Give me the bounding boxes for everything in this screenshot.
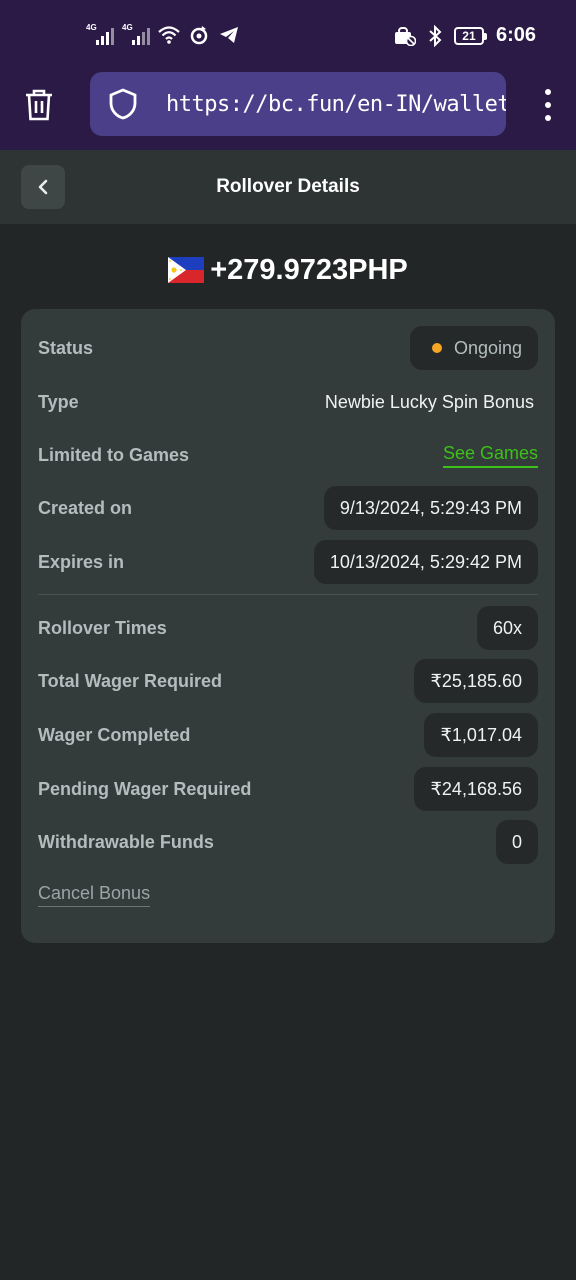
signal-icon: 4G bbox=[86, 23, 114, 45]
type-value: Newbie Lucky Spin Bonus bbox=[324, 391, 534, 412]
bonus-amount: +279.9723PHP bbox=[0, 248, 576, 292]
rollover-times-row: Rollover Times 60x bbox=[38, 606, 538, 650]
created-value: 9/13/2024, 5:29:43 PM bbox=[323, 486, 538, 530]
created-row: Created on 9/13/2024, 5:29:43 PM bbox=[38, 486, 538, 530]
page-header: Rollover Details bbox=[0, 150, 576, 224]
total-wager-value: ₹25,185.60 bbox=[414, 659, 538, 703]
back-button[interactable] bbox=[21, 165, 65, 209]
address-bar[interactable]: https://bc.fun/en-IN/wallet/r bbox=[90, 72, 506, 136]
see-games-link[interactable]: See Games bbox=[442, 443, 538, 468]
expires-value: 10/13/2024, 5:29:42 PM bbox=[313, 540, 538, 584]
signal-icon: 4G bbox=[122, 23, 150, 45]
page-title: Rollover Details bbox=[216, 176, 360, 197]
divider bbox=[38, 594, 538, 595]
clock: 6:06 bbox=[495, 24, 536, 46]
more-options-icon[interactable] bbox=[534, 86, 562, 124]
chevron-left-icon bbox=[38, 179, 48, 195]
wager-completed-row: Wager Completed ₹1,017.04 bbox=[38, 713, 538, 757]
status-left: 4G 4G bbox=[86, 23, 240, 46]
status-row: Status Ongoing bbox=[38, 326, 538, 370]
rollover-details-card: Status Ongoing Type Newbie Lucky Spin Bo… bbox=[21, 309, 555, 943]
status-badge: Ongoing bbox=[409, 326, 538, 370]
bluetooth-icon bbox=[424, 24, 446, 47]
status-dot-icon bbox=[431, 343, 442, 353]
withdrawable-funds-value: 0 bbox=[495, 820, 538, 864]
status-right: 21 6:06 bbox=[394, 24, 536, 47]
browser-chrome: 4G 4G 21 6:06 https://bc.fun/en-IN/walle… bbox=[0, 0, 576, 150]
battery-icon: 21 bbox=[453, 26, 487, 45]
delete-icon[interactable] bbox=[20, 86, 58, 124]
telegram-icon bbox=[218, 24, 240, 46]
status-bar: 4G 4G 21 6:06 bbox=[0, 0, 576, 72]
vpn-icon bbox=[394, 25, 416, 47]
withdrawable-funds-row: Withdrawable Funds 0 bbox=[38, 820, 538, 864]
pending-wager-value: ₹24,168.56 bbox=[414, 767, 538, 811]
url-text[interactable]: https://bc.fun/en-IN/wallet/r bbox=[166, 92, 506, 117]
amount-value: +279.9723PHP bbox=[210, 253, 408, 286]
philippines-flag-icon bbox=[168, 257, 205, 283]
cancel-bonus-button[interactable]: Cancel Bonus bbox=[38, 883, 151, 907]
wifi-icon bbox=[158, 24, 180, 46]
pending-wager-row: Pending Wager Required ₹24,168.56 bbox=[38, 767, 538, 811]
rollover-times-value: 60x bbox=[476, 606, 538, 650]
shield-icon[interactable] bbox=[106, 87, 140, 121]
limited-games-row: Limited to Games See Games bbox=[38, 433, 538, 477]
sync-icon bbox=[188, 24, 210, 46]
type-row: Type Newbie Lucky Spin Bonus bbox=[38, 380, 538, 424]
expires-row: Expires in 10/13/2024, 5:29:42 PM bbox=[38, 540, 538, 584]
total-wager-row: Total Wager Required ₹25,185.60 bbox=[38, 659, 538, 703]
wager-completed-value: ₹1,017.04 bbox=[424, 713, 538, 757]
